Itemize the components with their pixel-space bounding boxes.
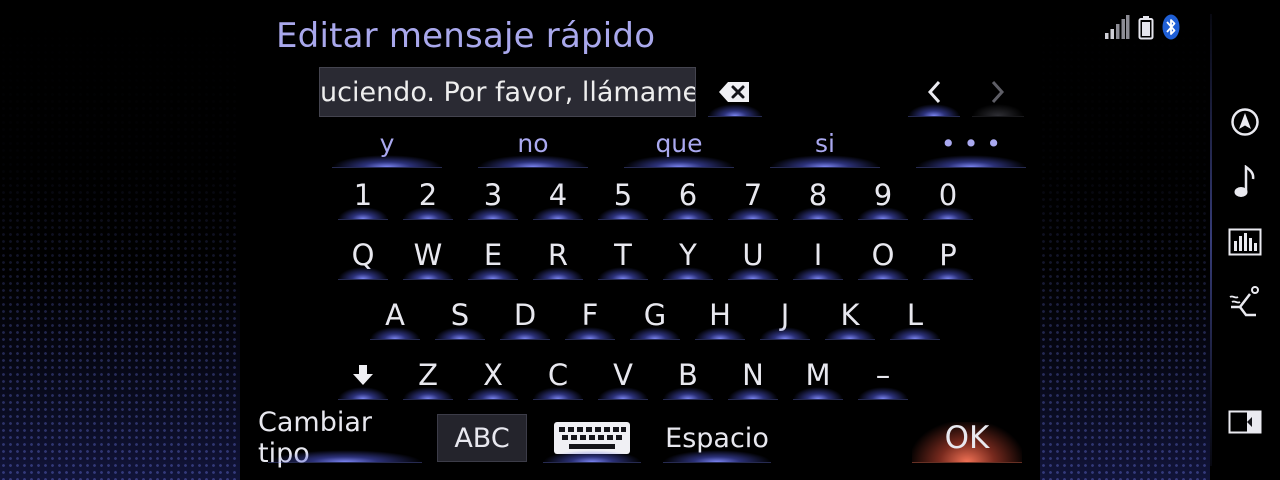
sidebar-screen-button[interactable] [1224,402,1266,442]
key-p[interactable]: P [920,230,976,280]
bluetooth-icon [1162,14,1180,40]
ok-button[interactable]: OK [904,413,1030,463]
chevron-left-icon [927,80,941,104]
backspace-button[interactable] [704,67,766,117]
key-g[interactable]: G [627,290,683,340]
key-1[interactable]: 1 [335,170,391,220]
key-7[interactable]: 7 [725,170,781,220]
key-9[interactable]: 9 [855,170,911,220]
key-y[interactable]: Y [660,230,716,280]
key-f[interactable]: F [562,290,618,340]
suggestion-que[interactable]: que [616,118,742,168]
key-q[interactable]: Q [335,230,391,280]
status-bar [1104,14,1184,42]
suggestion-si[interactable]: si [762,118,888,168]
key-w[interactable]: W [400,230,456,280]
chevron-right-icon [991,80,1005,104]
key-j[interactable]: J [757,290,813,340]
key-l[interactable]: L [887,290,943,340]
page-title: Editar mensaje rápido [276,16,656,56]
message-input[interactable]: uciendo. Por favor, llámame. [319,67,696,117]
sidebar-equalizer-button[interactable] [1224,222,1266,262]
space-button[interactable]: Espacio [656,413,778,463]
key-8[interactable]: 8 [790,170,846,220]
change-type-button[interactable]: Cambiar tipo [258,407,432,469]
key-i[interactable]: I [790,230,846,280]
key-z[interactable]: Z [400,350,456,400]
suggestion-no[interactable]: no [470,118,596,168]
music-note-icon [1234,165,1255,197]
message-text: uciendo. Por favor, llámame. [320,77,696,108]
suggestion-more[interactable]: • • • [908,118,1034,168]
battery-icon [1138,16,1154,40]
key-c[interactable]: C [530,350,586,400]
key-a[interactable]: A [367,290,423,340]
key-0[interactable]: 0 [920,170,976,220]
sidebar-nav-button[interactable] [1224,102,1266,142]
background-right [1040,0,1210,480]
sidebar-audio-button[interactable] [1224,162,1266,202]
cursor-left-button[interactable] [904,67,964,117]
key-b[interactable]: B [660,350,716,400]
keyboard-icon [554,422,630,454]
abc-mode-button[interactable]: ABC [437,413,527,463]
key-v[interactable]: V [595,350,651,400]
key-m[interactable]: M [790,350,846,400]
key-o[interactable]: O [855,230,911,280]
key-r[interactable]: R [530,230,586,280]
suggestion-y[interactable]: y [324,118,450,168]
key-4[interactable]: 4 [530,170,586,220]
key-t[interactable]: T [595,230,651,280]
key-s[interactable]: S [432,290,488,340]
key-e[interactable]: E [465,230,521,280]
shift-button[interactable] [335,350,391,400]
key-2[interactable]: 2 [400,170,456,220]
keyboard-layout-button[interactable] [536,413,648,463]
screen-split-icon [1228,410,1262,434]
equalizer-icon [1228,228,1262,256]
seat-climate-icon [1229,286,1259,317]
key-dash[interactable]: – [855,350,911,400]
key-n[interactable]: N [725,350,781,400]
background-left [0,0,240,480]
key-d[interactable]: D [497,290,553,340]
key-h[interactable]: H [692,290,748,340]
key-6[interactable]: 6 [660,170,716,220]
signal-bars-icon [1105,15,1130,39]
key-u[interactable]: U [725,230,781,280]
key-3[interactable]: 3 [465,170,521,220]
cursor-right-button[interactable] [968,67,1028,117]
key-5[interactable]: 5 [595,170,651,220]
ok-label: OK [944,420,990,456]
key-k[interactable]: K [822,290,878,340]
sidebar-climate-button[interactable] [1224,282,1266,322]
backspace-icon [719,82,749,102]
key-x[interactable]: X [465,350,521,400]
navigation-icon [1231,108,1259,136]
shift-down-arrow-icon [353,365,373,385]
